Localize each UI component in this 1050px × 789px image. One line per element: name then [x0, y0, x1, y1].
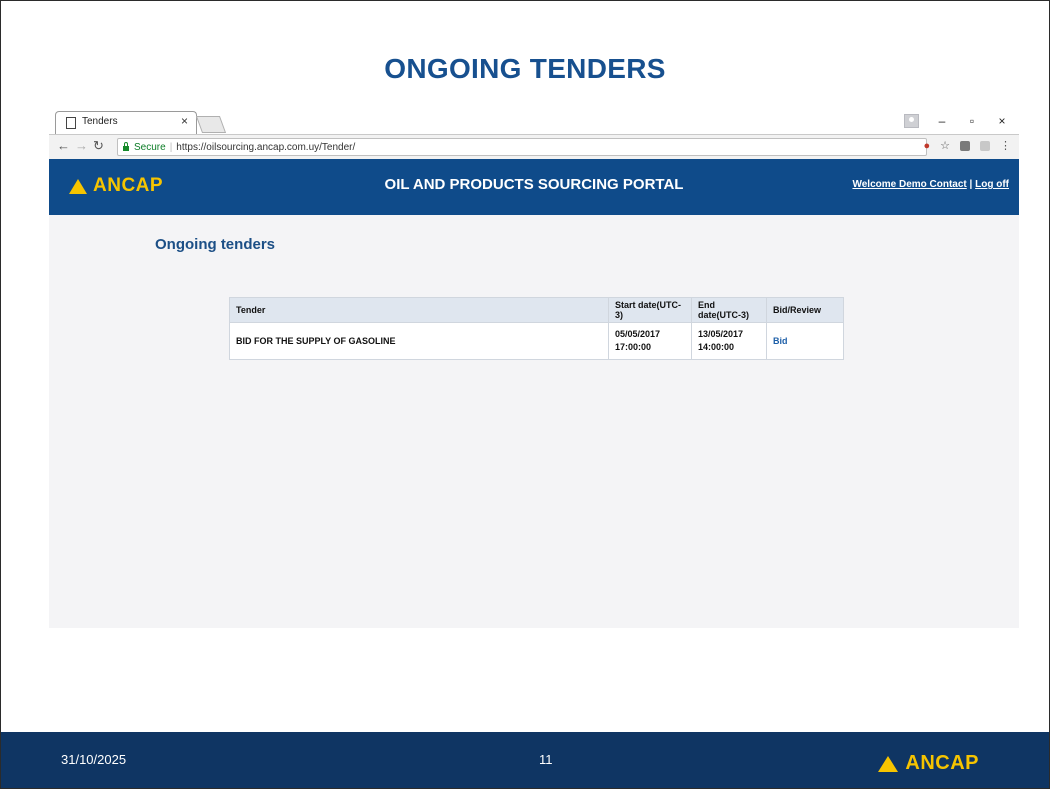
welcome-link[interactable]: Welcome Demo Contact — [852, 179, 966, 190]
document-icon — [66, 117, 76, 129]
bid-link[interactable]: Bid — [773, 336, 788, 346]
user-links: Welcome Demo Contact | Log off — [852, 179, 1009, 190]
slide: ONGOING TENDERS Tenders × – ▫ × ← → ↻ Se… — [0, 0, 1050, 789]
page-heading: Ongoing tenders — [155, 236, 275, 253]
lock-icon — [123, 141, 129, 151]
slide-title: ONGOING TENDERS — [384, 53, 666, 84]
bid-review-cell: Bid — [766, 322, 844, 360]
footer-logo-triangle-icon — [878, 755, 899, 772]
extension-icon[interactable]: ● — [923, 140, 930, 152]
end-time: 14:00:00 — [698, 342, 735, 352]
minimize-button[interactable]: – — [935, 114, 949, 128]
extension-square-icon-light[interactable] — [980, 140, 990, 151]
start-date-cell: 05/05/2017 17:00:00 — [608, 322, 692, 360]
star-icon[interactable]: ☆ — [940, 139, 950, 152]
browser-window: Tenders × – ▫ × ← → ↻ Secure | https://o… — [49, 108, 1019, 628]
start-date: 05/05/2017 — [615, 329, 661, 339]
footer-date: 31/10/2025 — [61, 752, 127, 767]
tab-title: Tenders — [82, 116, 118, 127]
menu-dots-icon[interactable]: ⋮ — [1000, 139, 1011, 152]
footer-logo: ANCAP — [878, 752, 979, 775]
new-tab-button[interactable] — [195, 116, 227, 133]
url-separator: | — [169, 141, 173, 153]
tab-close-icon[interactable]: × — [181, 114, 188, 128]
column-header-end-date: End date(UTC-3) — [691, 297, 767, 323]
column-header-bid-review: Bid/Review — [766, 297, 844, 323]
end-date: 13/05/2017 — [698, 329, 744, 339]
user-links-separator: | — [966, 179, 976, 190]
table-row: BID FOR THE SUPPLY OF GASOLINE 05/05/201… — [229, 322, 844, 360]
column-header-start-date: Start date(UTC-3) — [608, 297, 692, 323]
secure-label: Secure — [134, 141, 166, 153]
extension-square-icon[interactable] — [960, 140, 970, 151]
tender-name-cell: BID FOR THE SUPPLY OF GASOLINE — [229, 322, 609, 360]
url-text: https://oilsourcing.ancap.com.uy/Tender/ — [176, 141, 356, 153]
forward-arrow-icon[interactable]: → — [75, 138, 88, 153]
back-arrow-icon[interactable]: ← — [57, 138, 70, 153]
end-date-cell: 13/05/2017 14:00:00 — [691, 322, 767, 360]
window-controls: – ▫ × — [904, 111, 1009, 131]
tenders-table: Tender Start date(UTC-3) End date(UTC-3)… — [229, 297, 844, 360]
extension-icons: ● ☆ ⋮ — [923, 139, 1011, 153]
start-time: 17:00:00 — [615, 342, 652, 352]
table-header-row: Tender Start date(UTC-3) End date(UTC-3)… — [229, 297, 844, 323]
footer-logo-text: ANCAP — [905, 752, 979, 774]
footer-page-number: 11 — [539, 752, 553, 767]
column-header-tender: Tender — [229, 297, 609, 323]
logoff-link[interactable]: Log off — [975, 179, 1009, 190]
reload-icon[interactable]: ↻ — [93, 138, 104, 154]
address-bar: ← → ↻ Secure | https://oilsourcing.ancap… — [49, 134, 1019, 160]
browser-tab[interactable]: Tenders × — [55, 111, 197, 134]
slide-footer: 31/10/2025 11 ANCAP — [1, 732, 1049, 788]
profile-icon[interactable] — [904, 114, 919, 128]
tab-bar: Tenders × – ▫ × — [49, 108, 1019, 134]
url-input[interactable]: Secure | https://oilsourcing.ancap.com.u… — [117, 138, 927, 156]
close-window-button[interactable]: × — [995, 114, 1009, 128]
site-header: ANCAP OIL AND PRODUCTS SOURCING PORTAL W… — [49, 159, 1019, 215]
restore-button[interactable]: ▫ — [965, 114, 979, 128]
